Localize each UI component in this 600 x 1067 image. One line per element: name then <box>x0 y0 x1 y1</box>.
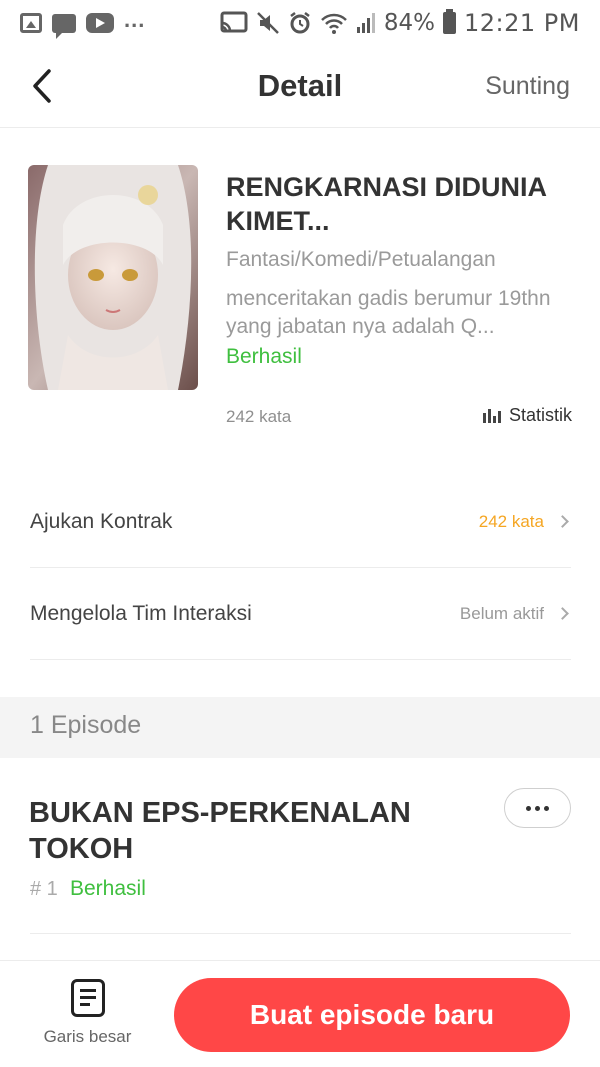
row-label: Ajukan Kontrak <box>30 509 173 533</box>
book-title: RENGKARNASI DIDUNIA KIMET... <box>226 172 547 236</box>
status-right-icons: 84% 12:21 PM <box>220 9 580 37</box>
book-description: menceritakan gadis berumur 19thn yang ja… <box>226 287 551 338</box>
document-outline-icon <box>70 979 105 1017</box>
divider <box>30 933 571 934</box>
statistics-button[interactable]: Statistik <box>482 405 572 426</box>
submit-contract-row[interactable]: Ajukan Kontrak 242 kata <box>30 476 571 568</box>
episode-section-header: 1 Episode <box>0 697 600 758</box>
episode-title[interactable]: BUKAN EPS-PERKENALAN TOKOH <box>29 795 479 867</box>
row-label: Mengelola Tim Interaksi <box>30 601 252 625</box>
episode-more-button[interactable] <box>504 788 571 828</box>
more-dots-icon: ... <box>124 7 146 32</box>
row-value: 242 kata <box>478 511 544 531</box>
row-value-group: 242 kata <box>479 512 571 532</box>
alarm-icon <box>290 12 310 34</box>
row-value-group: Belum aktif <box>460 604 571 624</box>
wifi-icon <box>321 13 347 34</box>
edit-button[interactable]: Sunting <box>485 72 570 101</box>
battery-icon <box>443 9 457 34</box>
create-new-episode-button[interactable]: Buat episode baru <box>174 978 570 1052</box>
dot-icon <box>544 805 549 811</box>
episode-status-badge: Berhasil <box>70 877 146 900</box>
dot-icon <box>526 805 531 811</box>
bottom-action-bar: Garis besar Buat episode baru <box>0 960 600 1067</box>
dot-icon <box>535 805 540 811</box>
mute-icon <box>257 12 279 34</box>
chevron-right-icon <box>556 515 569 528</box>
statistics-label: Statistik <box>508 405 572 425</box>
cover-illustration <box>28 165 198 390</box>
row-value: Belum aktif <box>459 603 544 623</box>
chevron-right-icon <box>556 607 569 620</box>
gallery-icon <box>20 13 42 33</box>
status-bar: ... 84% 12:21 PM <box>0 0 600 46</box>
youtube-icon <box>86 13 114 33</box>
episode-count: 1 Episode <box>30 711 142 739</box>
episode-number: # 1 <box>30 878 58 900</box>
book-word-count: 242 kata <box>226 407 292 426</box>
outline-label: Garis besar <box>43 1027 132 1046</box>
chat-icon <box>52 13 76 39</box>
battery-percent: 84% <box>383 10 436 36</box>
top-app-bar: Detail Sunting <box>0 46 600 128</box>
bar-chart-icon <box>482 408 501 423</box>
clock: 12:21 PM <box>464 9 580 37</box>
status-left-icons: ... <box>20 7 145 39</box>
cast-icon <box>220 11 248 33</box>
signal-icon <box>356 13 375 33</box>
book-cover-image[interactable] <box>28 165 198 390</box>
book-status-badge: Berhasil <box>226 345 302 368</box>
outline-button[interactable]: Garis besar <box>30 979 145 1059</box>
book-genre: Fantasi/Komedi/Petualangan <box>226 248 496 271</box>
manage-interaction-team-row[interactable]: Mengelola Tim Interaksi Belum aktif <box>30 568 571 660</box>
